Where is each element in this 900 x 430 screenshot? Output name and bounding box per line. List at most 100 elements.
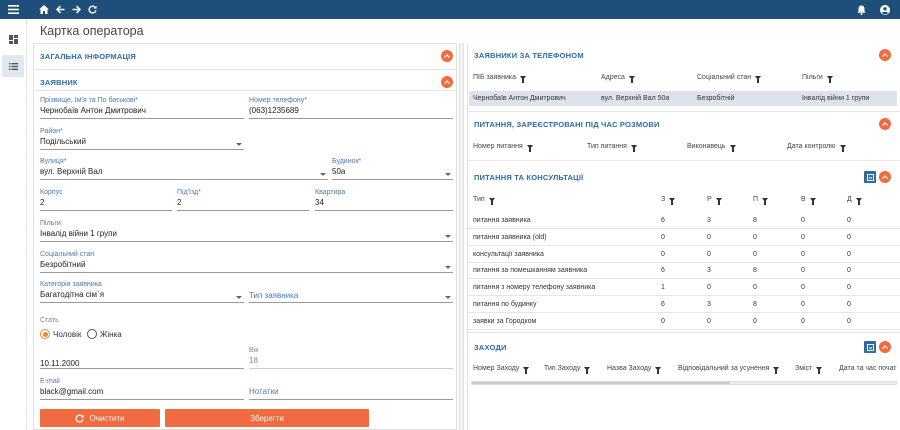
- divider: [34, 69, 456, 70]
- table-cell: 0: [847, 284, 851, 292]
- table-cell: 0: [801, 284, 805, 292]
- column-header[interactable]: Дата контролю: [787, 143, 846, 152]
- applicant-type-select[interactable]: Тип заявника: [249, 281, 453, 303]
- notes-field[interactable]: Нотатки: [249, 378, 453, 400]
- column-header[interactable]: П: [753, 196, 769, 205]
- table-cell: 3: [707, 217, 711, 224]
- sex-male-radio[interactable]: Чоловік: [40, 329, 81, 339]
- chevron-up-icon[interactable]: [441, 76, 453, 88]
- table-row[interactable]: [468, 278, 900, 280]
- column-header[interactable]: Зміст: [795, 365, 823, 374]
- refresh-icon[interactable]: [84, 0, 100, 19]
- right-info-panel: ЗАЯВНИКИ ЗА ТЕЛЕФОНОМ ПІБ заявника Адрес…: [467, 43, 900, 430]
- column-header[interactable]: Тип питання: [587, 143, 637, 152]
- table-cell: 0: [707, 284, 711, 292]
- chevron-up-icon[interactable]: [441, 50, 453, 62]
- arrow-right-icon[interactable]: [68, 0, 84, 19]
- chevron-up-icon[interactable]: [879, 171, 891, 183]
- table-row[interactable]: [468, 295, 900, 297]
- column-header[interactable]: Тип: [473, 196, 495, 205]
- table-cell: 0: [801, 217, 805, 224]
- district-select[interactable]: Район* Подільський: [40, 128, 244, 150]
- table-row[interactable]: [468, 261, 900, 263]
- table-row[interactable]: [468, 328, 900, 330]
- table-cell: 0: [801, 233, 805, 241]
- download-icon[interactable]: [864, 171, 876, 183]
- table-cell: 0: [847, 301, 851, 308]
- chevron-up-icon[interactable]: [879, 49, 891, 61]
- table-cell: 0: [801, 250, 805, 258]
- filter-icon: [729, 144, 736, 152]
- table-row[interactable]: [468, 312, 900, 313]
- table-cell: 0: [847, 233, 851, 241]
- table-cell: 0: [847, 217, 851, 224]
- street-select[interactable]: Вулиця* вул. Верхній Вал: [40, 158, 328, 180]
- column-header[interactable]: Назва Заходу: [607, 365, 662, 374]
- column-header[interactable]: Р: [707, 196, 722, 205]
- name-field[interactable]: Прізвище, Ім'я та По батькові* Чернобаїв…: [40, 97, 244, 119]
- korpus-field[interactable]: Корпус 2: [40, 189, 172, 211]
- column-header[interactable]: Дата та час почат: [839, 365, 897, 372]
- privileges-select[interactable]: Пільги Інвалід війни 1 групи: [40, 220, 453, 242]
- column-header[interactable]: Адреса: [601, 74, 635, 83]
- table-cell: питання заявника: [473, 217, 531, 224]
- chevron-up-icon[interactable]: [879, 341, 891, 353]
- column-header[interactable]: Номер Заходу: [473, 365, 530, 374]
- column-header[interactable]: Номер питання: [473, 143, 533, 152]
- sex-female-radio[interactable]: Жінка: [87, 329, 122, 339]
- menu-icon[interactable]: [0, 0, 27, 19]
- list-icon[interactable]: [2, 55, 24, 77]
- column-header[interactable]: Д: [847, 196, 862, 205]
- filter-icon: [755, 75, 762, 83]
- table-cell: 0: [661, 233, 665, 241]
- table-cell: 0: [801, 317, 805, 325]
- column-header[interactable]: Виконавець: [687, 143, 736, 152]
- table-cell: 3: [707, 301, 711, 308]
- horizontal-scrollbar[interactable]: [471, 381, 897, 385]
- home-icon[interactable]: [36, 0, 52, 19]
- download-icon[interactable]: [864, 341, 876, 353]
- table-cell: 0: [847, 317, 851, 325]
- column-header[interactable]: Тип Заходу: [544, 365, 591, 374]
- dashboard-icon[interactable]: [2, 28, 24, 50]
- column-header[interactable]: В: [801, 196, 816, 205]
- table-cell: 0: [753, 317, 757, 325]
- column-header[interactable]: ПІБ заявника: [473, 74, 527, 83]
- social-status-select[interactable]: Соціальний стан Безробітний: [40, 251, 453, 273]
- filter-icon: [520, 75, 527, 83]
- column-header[interactable]: З: [661, 196, 676, 205]
- chevron-up-icon[interactable]: [879, 118, 891, 130]
- table-cell: 0: [661, 317, 665, 325]
- table-cell: 1: [661, 284, 665, 292]
- filter-icon: [826, 75, 833, 83]
- panel-scrollbar[interactable]: [459, 43, 464, 430]
- column-header[interactable]: Пільги: [802, 74, 833, 83]
- consultations-title: ПИТАННЯ ТА КОНСУЛЬТАЦІЇ: [474, 173, 584, 182]
- table-cell: 6: [661, 217, 665, 224]
- column-header[interactable]: Соціальний стан: [697, 74, 762, 83]
- apartment-field[interactable]: Квартира 34: [315, 189, 453, 211]
- arrow-left-icon[interactable]: [52, 0, 68, 19]
- sidebar: [0, 19, 27, 430]
- phone-field[interactable]: Номер телефону* (063)1235689: [249, 97, 453, 119]
- table-cell: Безробітній: [697, 95, 735, 102]
- table-cell: 0: [707, 250, 711, 258]
- filter-icon: [809, 197, 816, 205]
- email-field[interactable]: E-mail black@gmail.com: [40, 378, 244, 400]
- category-select[interactable]: Категорія заявника Багатодітна сім`я: [40, 281, 244, 303]
- save-button[interactable]: Зберегти: [165, 409, 369, 427]
- entrance-field[interactable]: Під'їзд* 2: [177, 189, 309, 211]
- clear-button[interactable]: Очистити: [40, 409, 160, 427]
- filter-icon: [816, 366, 823, 374]
- birthdate-field[interactable]: 10.11.2000: [40, 347, 244, 369]
- filter-icon: [584, 366, 591, 374]
- page-title: Картка оператора: [40, 24, 144, 38]
- table-cell: 0: [753, 284, 757, 292]
- building-select[interactable]: Будинок* 50а: [332, 158, 453, 180]
- bell-icon[interactable]: [857, 5, 866, 15]
- column-header[interactable]: Відповідальний за усунення: [678, 365, 780, 374]
- filter-icon: [715, 197, 722, 205]
- table-row[interactable]: [468, 228, 900, 229]
- table-row[interactable]: [468, 244, 900, 246]
- account-icon[interactable]: [880, 4, 890, 15]
